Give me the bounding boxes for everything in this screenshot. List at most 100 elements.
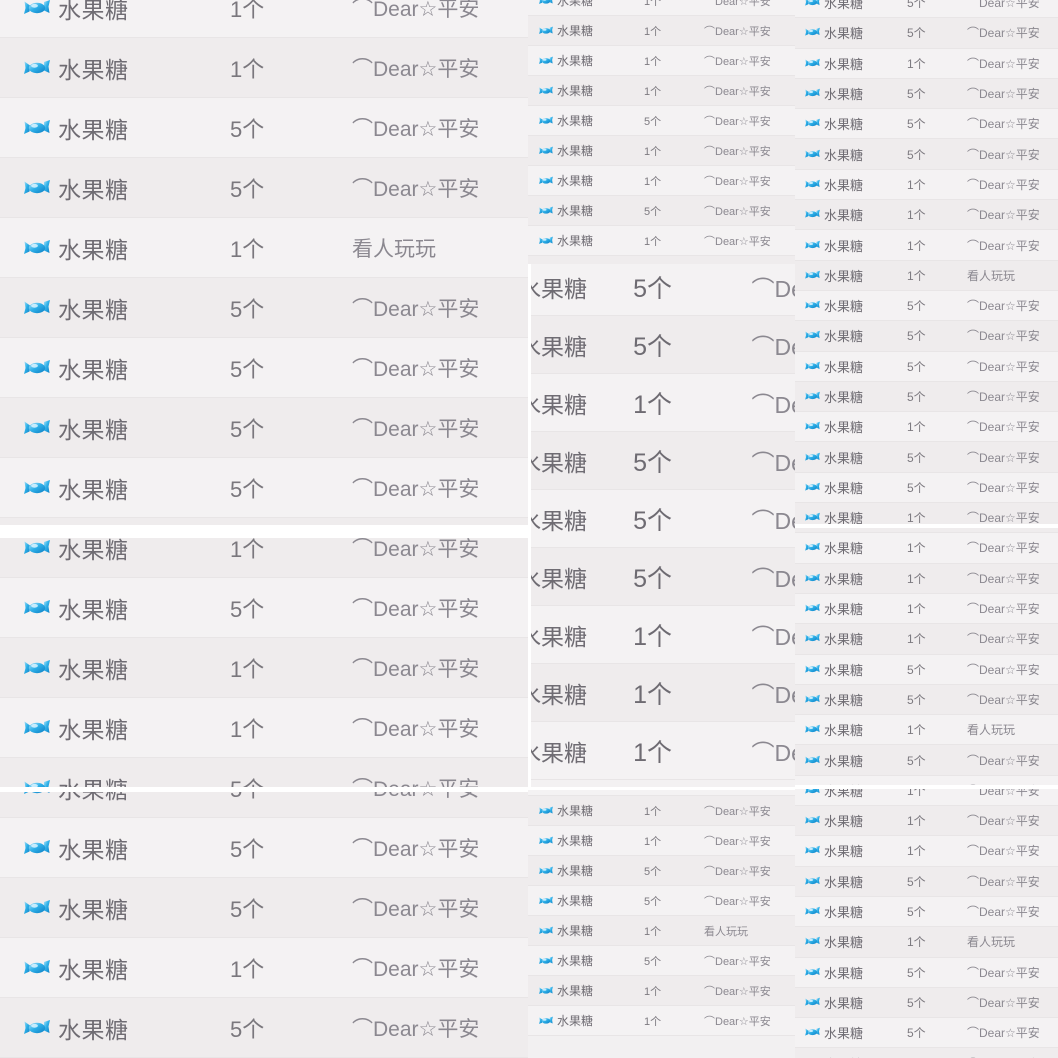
gift-quantity: 1个	[644, 235, 662, 248]
gift-row[interactable]: 水果糖 1个 看人玩玩	[0, 218, 529, 278]
gift-row[interactable]: 水果糖5个⌒Dear☆平安	[795, 18, 1058, 49]
gift-name: 水果糖	[557, 144, 594, 158]
gift-row[interactable]: 水果糖1个⌒Dear☆平安	[795, 169, 1058, 201]
sender-name: ⌒Dear☆平安	[967, 87, 1040, 102]
gift-row[interactable]: 水果糖5个⌒Dear☆平安	[795, 1018, 1058, 1049]
gift-row[interactable]: 水果糖1个⌒Dear☆平安	[795, 806, 1058, 837]
gift-cell: 水果糖	[795, 0, 907, 12]
gift-name: 水果糖	[824, 571, 864, 587]
gift-row[interactable]: 水果糖5个⌒Dear☆平安	[528, 196, 796, 226]
gift-row[interactable]: 水果糖5个⌒Dear☆平安	[531, 264, 799, 316]
gift-row[interactable]: 水果糖1个⌒Dear☆平安	[531, 606, 799, 664]
gift-row[interactable]: 水果糖 1个 看人玩玩	[795, 927, 1058, 958]
gift-row[interactable]: 水果糖5个⌒Dear☆平安	[795, 381, 1058, 413]
gift-row[interactable]: 水果糖5个⌒Dear☆平安	[0, 578, 529, 638]
gift-row[interactable]: 水果糖5个⌒Dear☆平安	[0, 278, 529, 338]
gift-row[interactable]: 水果糖5个⌒Dear☆平安	[531, 316, 799, 374]
gift-row[interactable]: 水果糖1个⌒Dear☆平安	[528, 826, 796, 856]
gift-row[interactable]: 水果糖5个⌒Dear☆平安	[795, 351, 1058, 382]
gift-row[interactable]: 水果糖5个⌒Dear☆平安	[0, 998, 529, 1058]
gift-row[interactable]: 水果糖5个⌒Dear☆平安	[795, 987, 1058, 1019]
sender-name: ⌒Dear☆平安	[967, 359, 1040, 374]
left-gift-list-panel[interactable]: 水果糖 1个 ⌒Dear☆平安 水果糖 1个 ⌒Dear☆平安 水果糖 5个 ⌒Dear☆平安水…	[0, 0, 529, 1058]
gift-row[interactable]: 水果糖1个⌒Dear☆平安	[531, 722, 799, 780]
gift-row[interactable]: 水果糖1个⌒Dear☆平安	[795, 412, 1058, 443]
gift-row[interactable]: 水果糖1个⌒Dear☆平安	[0, 698, 529, 758]
gift-row[interactable]: 水果糖 1个 看人玩玩	[795, 715, 1058, 746]
gift-row[interactable]: 水果糖5个⌒Dear☆平安	[531, 490, 799, 548]
gift-row[interactable]: 水果糖 1个 看人玩玩	[795, 260, 1058, 291]
gift-row[interactable]: 水果糖1个⌒Dear☆平安	[0, 38, 529, 98]
gift-row[interactable]: 水果糖1个⌒Dear☆平安	[795, 775, 1058, 807]
gift-row[interactable]: 水果糖1个⌒Dear☆平安	[528, 226, 796, 256]
gift-row[interactable]: 水果糖1个⌒Dear☆平安	[528, 1006, 796, 1036]
sender-name: ⌒Dear☆平安	[967, 905, 1040, 920]
gift-row[interactable]: 水果糖5个⌒Dear☆平安	[795, 957, 1058, 988]
gift-row[interactable]: 水果糖5个⌒Dear☆平安	[795, 442, 1058, 473]
gift-row[interactable]: 水果糖5个⌒Dear☆平安	[528, 946, 796, 976]
gift-row[interactable]: 水果糖5个⌒Dear☆平安	[528, 856, 796, 886]
gift-row[interactable]: 水果糖5个⌒Dear☆平安	[795, 78, 1058, 110]
gift-row[interactable]: 水果糖5个⌒Dear☆平安	[795, 684, 1058, 716]
gift-row[interactable]: 水果糖5个⌒Dear☆平安	[795, 472, 1058, 504]
gift-row[interactable]: 水果糖1个⌒Dear☆平安	[0, 938, 529, 998]
gift-row[interactable]: 水果糖1个⌒Dear☆平安	[528, 76, 796, 106]
sender-name: ⌒Dear☆平安	[704, 1015, 771, 1028]
middle-front-zoomed-overlay-panel[interactable]: 水果糖5个⌒Dear☆平安水果糖5个⌒Dear☆平安水果糖1个⌒Dear☆平安水…	[528, 264, 802, 787]
gift-name: 水果糖	[58, 836, 129, 863]
gift-row[interactable]: 水果糖1个⌒Dear☆平安	[795, 836, 1058, 867]
gift-row[interactable]: 水果糖1个⌒Dear☆平安	[531, 374, 799, 432]
gift-row[interactable]: 水果糖1个⌒Dear☆平安	[528, 796, 796, 826]
gift-row[interactable]: 水果糖5个⌒Dear☆平安	[795, 1048, 1058, 1058]
gift-row[interactable]: 水果糖5个⌒Dear☆平安	[795, 290, 1058, 322]
gift-row[interactable]: 水果糖1个⌒Dear☆平安	[531, 664, 799, 722]
gift-row[interactable]: 水果糖1个⌒Dear☆平安	[528, 976, 796, 1006]
sender-name: ⌒Dear☆平安	[352, 957, 480, 981]
gift-cell: 水果糖	[0, 351, 230, 385]
gift-row[interactable]: 水果糖5个⌒Dear☆平安	[528, 886, 796, 916]
gift-row[interactable]: 水果糖1个⌒Dear☆平安	[795, 200, 1058, 231]
gift-row[interactable]: 水果糖1个⌒Dear☆平安	[528, 16, 796, 46]
gift-row[interactable]: 水果糖5个⌒Dear☆平安	[795, 866, 1058, 897]
gift-cell: 水果糖	[0, 51, 230, 85]
gift-row[interactable]: 水果糖 1个 看人玩玩	[528, 916, 796, 946]
gift-row[interactable]: 水果糖5个⌒Dear☆平安	[795, 896, 1058, 928]
gift-row[interactable]: 水果糖1个⌒Dear☆平安	[795, 624, 1058, 655]
gift-row[interactable]: 水果糖1个⌒Dear☆平安	[0, 0, 529, 38]
gift-row[interactable]: 水果糖5个⌒Dear☆平安	[795, 745, 1058, 776]
gift-row[interactable]: 水果糖1个⌒Dear☆平安	[795, 593, 1058, 625]
gift-row[interactable]: 水果糖5个⌒Dear☆平安	[795, 0, 1058, 19]
gift-row[interactable]: 水果糖1个⌒Dear☆平安	[0, 638, 529, 698]
gift-row[interactable]: 水果糖5个⌒Dear☆平安	[0, 98, 529, 158]
gift-quantity: 1个	[907, 723, 926, 738]
gift-row[interactable]: 水果糖1个⌒Dear☆平安	[528, 136, 796, 166]
gift-row[interactable]: 水果糖1个⌒Dear☆平安	[528, 46, 796, 76]
gift-row[interactable]: 水果糖1个⌒Dear☆平安	[795, 563, 1058, 594]
gift-row[interactable]: 水果糖1个⌒Dear☆平安	[528, 166, 796, 196]
gift-row[interactable]: 水果糖5个⌒Dear☆平安	[795, 139, 1058, 170]
gift-cell: 水果糖	[528, 82, 644, 99]
gift-row[interactable]: 水果糖5个⌒Dear☆平安	[0, 158, 529, 218]
gift-row[interactable]: 水果糖1个⌒Dear☆平安	[528, 0, 796, 16]
gift-row[interactable]: 水果糖5个⌒Dear☆平安	[0, 398, 529, 458]
right-gift-list-panel[interactable]: 水果糖 5个 ⌒Dear☆平安 水果糖 5个 ⌒Dear☆平安 水果糖 1个 ⌒Dear☆平安水…	[795, 0, 1058, 1058]
gift-row[interactable]: 水果糖5个⌒Dear☆平安	[795, 109, 1058, 140]
gift-row[interactable]: 水果糖5个⌒Dear☆平安	[528, 106, 796, 136]
gift-row[interactable]: 水果糖1个⌒Dear☆平安	[795, 48, 1058, 79]
gift-row[interactable]: 水果糖1个⌒Dear☆平安	[795, 230, 1058, 261]
gift-row[interactable]: 水果糖5个⌒Dear☆平安	[795, 654, 1058, 685]
gift-quantity: 5个	[230, 476, 265, 502]
gift-row[interactable]: 水果糖5个⌒Dear☆平安	[531, 548, 799, 606]
gift-row[interactable]: 水果糖5个⌒Dear☆平安	[0, 818, 529, 878]
gift-row[interactable]: 水果糖5个⌒Dear☆平安	[0, 458, 529, 518]
gift-name: 水果糖	[824, 753, 864, 769]
sender-name: 看人玩玩	[704, 925, 748, 938]
gift-row[interactable]: 水果糖1个⌒Dear☆平安	[795, 533, 1058, 564]
gift-row[interactable]: 水果糖1个⌒Dear☆平安	[795, 503, 1058, 534]
gift-row[interactable]: 水果糖5个⌒Dear☆平安	[0, 338, 529, 398]
sender-name: ⌒Dear☆平安	[967, 299, 1040, 314]
gift-row[interactable]: 水果糖5个⌒Dear☆平安	[795, 321, 1058, 352]
gift-row[interactable]: 水果糖5个⌒Dear☆平安	[0, 878, 529, 938]
gift-quantity: 5个	[907, 26, 926, 41]
gift-row[interactable]: 水果糖5个⌒Dear☆平安	[531, 432, 799, 490]
